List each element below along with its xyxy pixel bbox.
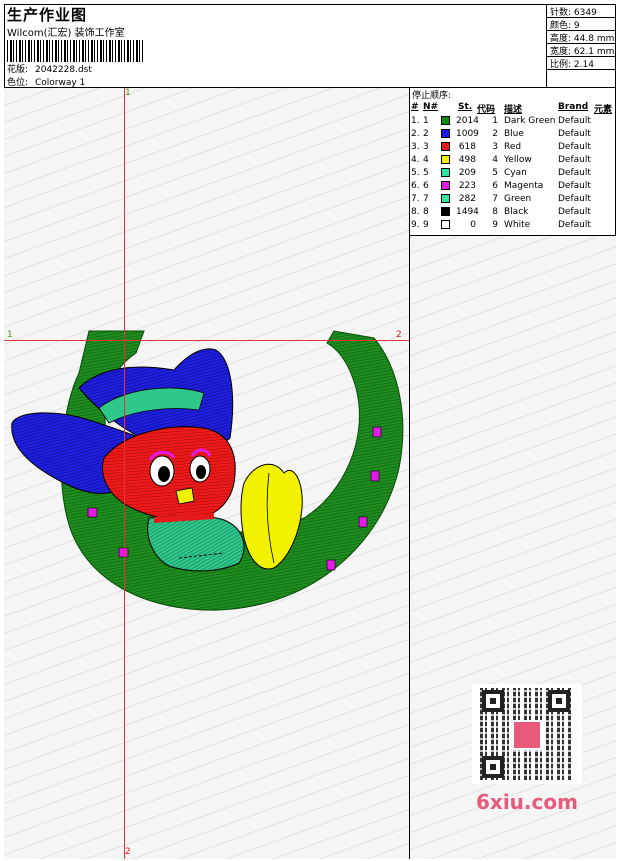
row-description: Green: [504, 194, 532, 204]
row-description: Black: [504, 207, 529, 217]
row-code: 7: [492, 194, 498, 204]
row-code: 8: [492, 207, 498, 217]
row-stitches: 282: [458, 194, 476, 204]
row-code: 3: [492, 142, 498, 152]
marker-left: 1: [7, 330, 13, 340]
row-stitches: 1494: [456, 207, 479, 217]
color-stop-table: 停止顺序: # N# St. 代码 描述 Brand 元素 1. 1 2014 1 Da…: [409, 88, 616, 236]
row-number: 2: [423, 129, 429, 139]
row-brand: Default: [558, 116, 591, 126]
row-stitches: 2014: [456, 116, 479, 126]
company-name: Wilcom(汇宏) 装饰工作室: [7, 28, 125, 39]
design-label: 花版:: [7, 65, 29, 75]
row-code: 4: [492, 155, 498, 165]
row-stitches: 498: [458, 155, 476, 165]
table-row: 4. 4 498 4 Yellow Default: [410, 154, 617, 167]
table-row: 1. 1 2014 1 Dark Green Default: [410, 115, 617, 128]
row-stitches: 618: [458, 142, 476, 152]
row-brand: Default: [558, 142, 591, 152]
center-line-horizontal: [4, 340, 409, 341]
page-title: 生产作业图: [7, 6, 88, 24]
design-value: 2042228.dst: [35, 65, 92, 75]
row-number: 1: [423, 116, 429, 126]
row-description: White: [504, 220, 531, 230]
marker-bottom: 2: [125, 847, 131, 857]
row-brand: Default: [558, 129, 591, 139]
barcode: [7, 40, 145, 62]
row-stitches: 0: [470, 220, 476, 230]
row-stitches: 223: [458, 181, 476, 191]
qr-logo: [512, 720, 542, 750]
row-brand: Default: [558, 207, 591, 217]
row-index: 8.: [411, 207, 420, 217]
row-description: Blue: [504, 129, 524, 139]
colorway-row: 色位: Colorway 1: [7, 75, 85, 88]
color-swatch: [441, 194, 450, 203]
color-swatch: [441, 207, 450, 216]
row-number: 4: [423, 155, 429, 165]
color-swatch: [441, 129, 450, 138]
marker-right: 2: [396, 330, 402, 340]
row-description: Red: [504, 142, 522, 152]
header-info: 生产作业图 Wilcom(汇宏) 装饰工作室 花版: 2042228.dst 色位…: [4, 4, 547, 88]
color-swatch: [441, 116, 450, 125]
row-code: 6: [492, 181, 498, 191]
row-stitches: 1009: [456, 129, 479, 139]
row-index: 9.: [411, 220, 420, 230]
table-row: 5. 5 209 5 Cyan Default: [410, 167, 617, 180]
row-description: Cyan: [504, 168, 527, 178]
table-header: # N# St. 代码 描述 Brand 元素: [411, 102, 613, 115]
row-description: Magenta: [504, 181, 544, 191]
row-description: Yellow: [504, 155, 532, 165]
row-number: 5: [423, 168, 429, 178]
qr-code: [472, 684, 582, 784]
center-line-vertical: [124, 88, 125, 859]
table-title: 停止顺序:: [412, 91, 452, 101]
row-brand: Default: [558, 155, 591, 165]
table-row: 9. 9 0 9 White Default: [410, 219, 617, 232]
stats-panel: 针数: 6349 颜色: 9 高度: 44.8 mm 宽度: 62.1 mm 比…: [547, 4, 616, 88]
colorway-label: 色位:: [7, 78, 29, 88]
design-file-row: 花版: 2042228.dst: [7, 62, 92, 75]
color-swatch: [441, 142, 450, 151]
row-brand: Default: [558, 168, 591, 178]
table-row: 6. 6 223 6 Magenta Default: [410, 180, 617, 193]
row-brand: Default: [558, 194, 591, 204]
row-number: 8: [423, 207, 429, 217]
color-swatch: [441, 168, 450, 177]
marker-top: 1: [125, 88, 131, 98]
row-description: Dark Green: [504, 116, 556, 126]
row-number: 9: [423, 220, 429, 230]
row-index: 1.: [411, 116, 420, 126]
row-index: 7.: [411, 194, 420, 204]
row-index: 2.: [411, 129, 420, 139]
row-index: 3.: [411, 142, 420, 152]
color-swatch: [441, 155, 450, 164]
row-code: 5: [492, 168, 498, 178]
row-stitches: 209: [458, 168, 476, 178]
row-number: 7: [423, 194, 429, 204]
row-code: 1: [492, 116, 498, 126]
row-index: 6.: [411, 181, 420, 191]
row-code: 9: [492, 220, 498, 230]
row-index: 4.: [411, 155, 420, 165]
color-swatch: [441, 220, 450, 229]
watermark-text: 6xiu.com: [476, 790, 578, 814]
row-brand: Default: [558, 181, 591, 191]
design-canvas[interactable]: 1 1 2 2: [4, 88, 409, 859]
color-swatch: [441, 181, 450, 190]
table-row: 7. 7 282 7 Green Default: [410, 193, 617, 206]
table-row: 3. 3 618 3 Red Default: [410, 141, 617, 154]
colorway-value: Colorway 1: [35, 78, 86, 88]
row-number: 6: [423, 181, 429, 191]
row-number: 3: [423, 142, 429, 152]
row-index: 5.: [411, 168, 420, 178]
table-row: 8. 8 1494 8 Black Default: [410, 206, 617, 219]
row-brand: Default: [558, 220, 591, 230]
embroidery-design: [11, 330, 404, 611]
bird-beak: [175, 487, 195, 505]
row-code: 2: [492, 129, 498, 139]
table-row: 2. 2 1009 2 Blue Default: [410, 128, 617, 141]
